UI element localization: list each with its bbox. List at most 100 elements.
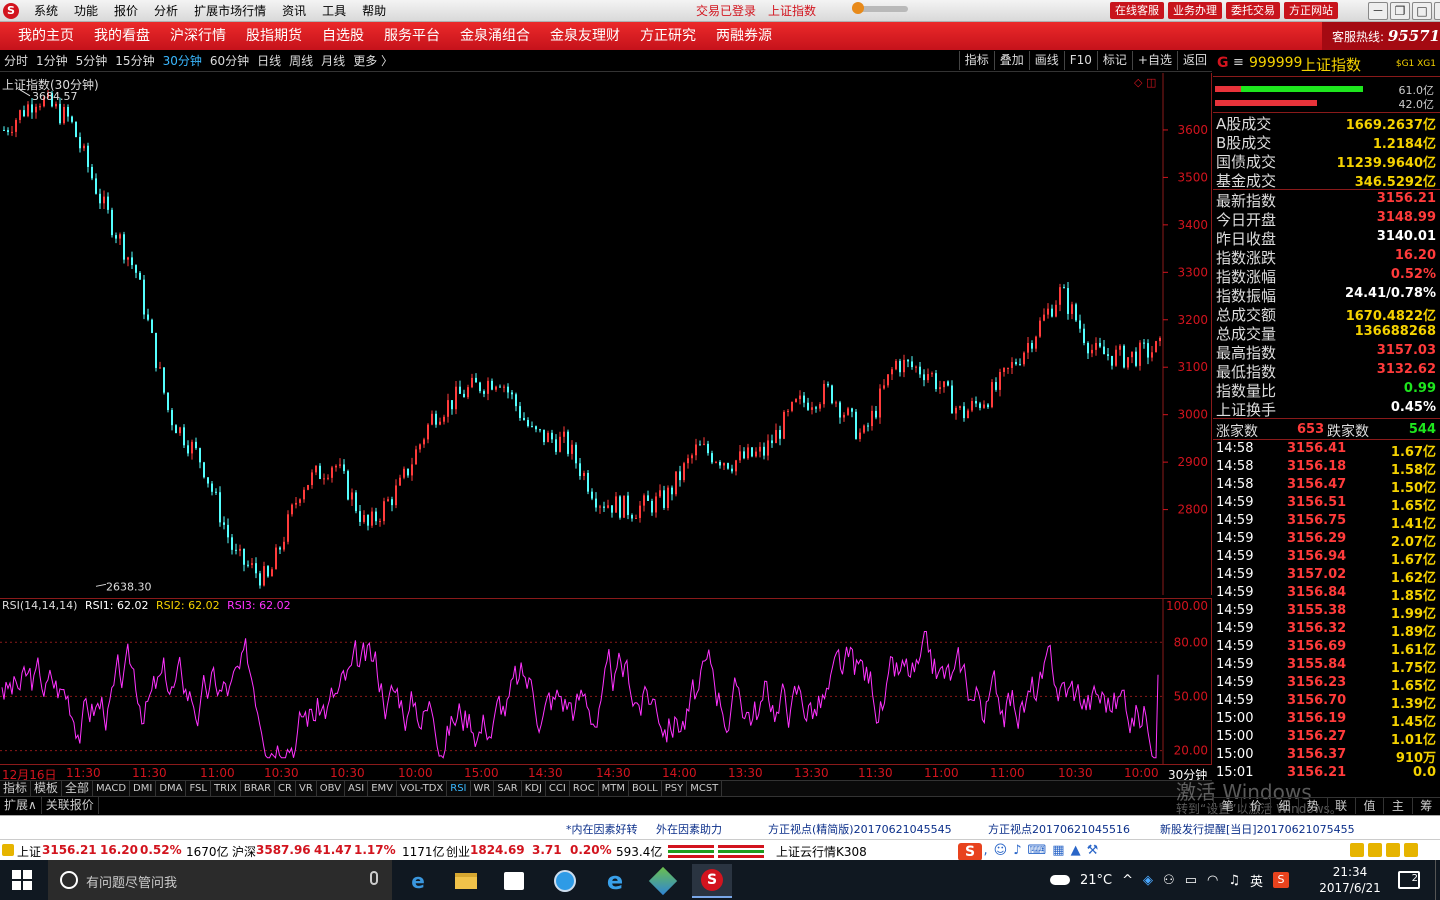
tool-icon[interactable]: ⚒ (1087, 843, 1099, 858)
period-3[interactable]: 15分钟 (111, 51, 158, 72)
nav-watchlist[interactable]: 自选股 (312, 22, 374, 50)
tick-row[interactable]: 14:58 3156.18 1.58亿 (1213, 458, 1440, 478)
microphone-icon[interactable] (370, 871, 378, 885)
keyboard-icon[interactable]: ⌨ (1028, 843, 1047, 858)
indicator-tab-mcst[interactable]: MCST (687, 781, 723, 796)
news-item[interactable]: 方正视点20170621045516 (988, 821, 1130, 837)
chart-tool-3[interactable]: F10 (1063, 51, 1097, 70)
weather-temp[interactable]: 21°C (1080, 873, 1112, 888)
nav-margin[interactable]: 两融券源 (706, 22, 782, 50)
indicator-tab-cr[interactable]: CR (275, 781, 296, 796)
price-chart[interactable]: 3600 3500 3400 3300 3200 3100 3000 2900 2800 3684… (0, 73, 1212, 595)
menu-tools[interactable]: 工具 (314, 0, 354, 22)
tick-row[interactable]: 15:00 3156.19 1.45亿 (1213, 710, 1440, 730)
store-icon[interactable] (494, 864, 534, 898)
weather-icon[interactable] (1050, 875, 1070, 885)
news-item[interactable]: 外在因素助力 (656, 821, 722, 837)
period-0[interactable]: 分时 (0, 51, 32, 72)
quote-tab-2[interactable]: 细 (1269, 798, 1298, 814)
login-status[interactable]: 交易已登录 (696, 0, 756, 22)
chart-corner-icons[interactable]: ◇ ◫ (1134, 76, 1156, 89)
rsi-chart[interactable]: 100.00 80.00 50.00 20.00 RSI(14,14,14) RSI1… (0, 598, 1212, 765)
tick-list[interactable]: 14:58 3156.41 1.67亿 14:58 3156.18 1.58亿 14:58 3… (1213, 440, 1440, 782)
indicator-tab-brar[interactable]: BRAR (241, 781, 276, 796)
tick-row[interactable]: 14:59 3157.02 1.62亿 (1213, 566, 1440, 586)
indicator-tab-全部[interactable]: 全部 (62, 781, 94, 796)
indicator-tab-指标[interactable]: 指标 (0, 781, 32, 796)
period-7[interactable]: 周线 (285, 51, 317, 72)
indicator-tab-dmi[interactable]: DMI (130, 781, 157, 796)
indicator-tab-macd[interactable]: MACD (93, 781, 131, 796)
tick-row[interactable]: 14:59 3156.32 1.89亿 (1213, 620, 1440, 640)
chart-tool-1[interactable]: 叠加 (993, 51, 1029, 70)
tick-row[interactable]: 14:59 3155.38 1.99亿 (1213, 602, 1440, 622)
quote-tab-6[interactable]: 主 (1383, 798, 1411, 814)
file-explorer-icon[interactable] (446, 864, 486, 898)
indicator-tab-roc[interactable]: ROC (570, 781, 599, 796)
sh-label[interactable]: 上证 (17, 843, 41, 860)
nav-portfolio[interactable]: 金泉涌组合 (450, 22, 540, 50)
period-1[interactable]: 1分钟 (32, 51, 72, 72)
indicator-tab-sar[interactable]: SAR (494, 781, 522, 796)
menu-news[interactable]: 资讯 (274, 0, 314, 22)
indicator-tab-asi[interactable]: ASI (345, 781, 369, 796)
quote-tab-5[interactable]: 值 (1354, 798, 1383, 814)
rsi-chart-svg[interactable]: 100.00 80.00 50.00 20.00 (0, 599, 1212, 765)
cloud-quote-label[interactable]: 上证云行情K308 (776, 843, 867, 860)
period-5[interactable]: 60分钟 (206, 51, 253, 72)
news-item[interactable]: *内在因素好转 (566, 821, 638, 837)
indicator-tab-模板[interactable]: 模板 (31, 781, 63, 796)
search-placeholder[interactable]: 有问题尽管问我 (86, 872, 177, 891)
sogou-tray-icon[interactable]: S (1273, 872, 1289, 888)
menu-extended-market[interactable]: 扩展市场行情 (186, 0, 274, 22)
menu-function[interactable]: 功能 (66, 0, 106, 22)
ie-browser-icon[interactable]: e (595, 864, 635, 898)
tick-row[interactable]: 15:00 3156.27 1.01亿 (1213, 728, 1440, 748)
battery-icon[interactable]: ▭ (1185, 873, 1197, 888)
quote-tab-7[interactable]: 筹 (1411, 798, 1440, 814)
indicator-tab-dma[interactable]: DMA (156, 781, 187, 796)
tick-row[interactable]: 14:59 3155.84 1.75亿 (1213, 656, 1440, 676)
menu-analysis[interactable]: 分析 (146, 0, 186, 22)
period-9[interactable]: 更多 〉 (349, 51, 397, 72)
windows-start-icon[interactable] (12, 870, 32, 890)
online-service-button[interactable]: 在线客服 (1110, 2, 1164, 19)
skin-icon[interactable]: ▦ (1052, 843, 1064, 858)
nav-service[interactable]: 服务平台 (374, 22, 450, 50)
tick-row[interactable]: 14:59 3156.84 1.85亿 (1213, 584, 1440, 604)
indicator-tab-vol-tdx[interactable]: VOL-TDX (397, 781, 448, 796)
indicator-tab-psy[interactable]: PSY (662, 781, 688, 796)
founder-app-icon[interactable]: S (692, 864, 732, 898)
tick-row[interactable]: 14:58 3156.47 1.50亿 (1213, 476, 1440, 496)
indicator-tab-rsi[interactable]: RSI (447, 781, 471, 796)
indicator-tab-obv[interactable]: OBV (317, 781, 346, 796)
indicator-tab-trix[interactable]: TRIX (211, 781, 241, 796)
quote-tab-4[interactable]: 联 (1326, 798, 1355, 814)
chart-tool-2[interactable]: 画线 (1028, 51, 1064, 70)
menu-system[interactable]: 系统 (26, 0, 66, 22)
security-icon[interactable]: ◈ (1143, 873, 1153, 888)
tick-row[interactable]: 14:59 3156.29 2.07亿 (1213, 530, 1440, 550)
network-share-icon[interactable]: ⚇ (1163, 873, 1175, 888)
nav-home[interactable]: 我的主页 (8, 22, 84, 50)
transparency-slider-handle[interactable] (852, 2, 864, 14)
tick-row[interactable]: 14:59 3156.75 1.41亿 (1213, 512, 1440, 532)
nav-my-view[interactable]: 我的看盘 (84, 22, 160, 50)
quote-tab-0[interactable]: 笔 (1213, 798, 1241, 814)
business-button[interactable]: 业务办理 (1168, 2, 1222, 19)
indicator-tab-boll[interactable]: BOLL (629, 781, 662, 796)
nav-futures[interactable]: 股指期货 (236, 22, 312, 50)
indicator-tab-mtm[interactable]: MTM (599, 781, 630, 796)
maximize-icon[interactable]: □ (1412, 2, 1432, 20)
quote-tab-1[interactable]: 价 (1241, 798, 1269, 814)
shirt-icon[interactable]: ▲ (1071, 843, 1081, 858)
emoji-icon[interactable]: ☺ (994, 843, 1008, 858)
tick-row[interactable]: 14:59 3156.70 1.39亿 (1213, 692, 1440, 712)
show-desktop-button[interactable] (1435, 860, 1440, 900)
volume-icon[interactable]: ♫ (1228, 873, 1240, 888)
alert-icon[interactable] (1368, 843, 1382, 857)
ime-indicator[interactable]: 英 (1250, 871, 1263, 890)
index-tag[interactable]: $G1 XG1 (1396, 59, 1436, 69)
menu-quote[interactable]: 报价 (106, 0, 146, 22)
notification-icon[interactable]: 2 (1398, 871, 1420, 889)
